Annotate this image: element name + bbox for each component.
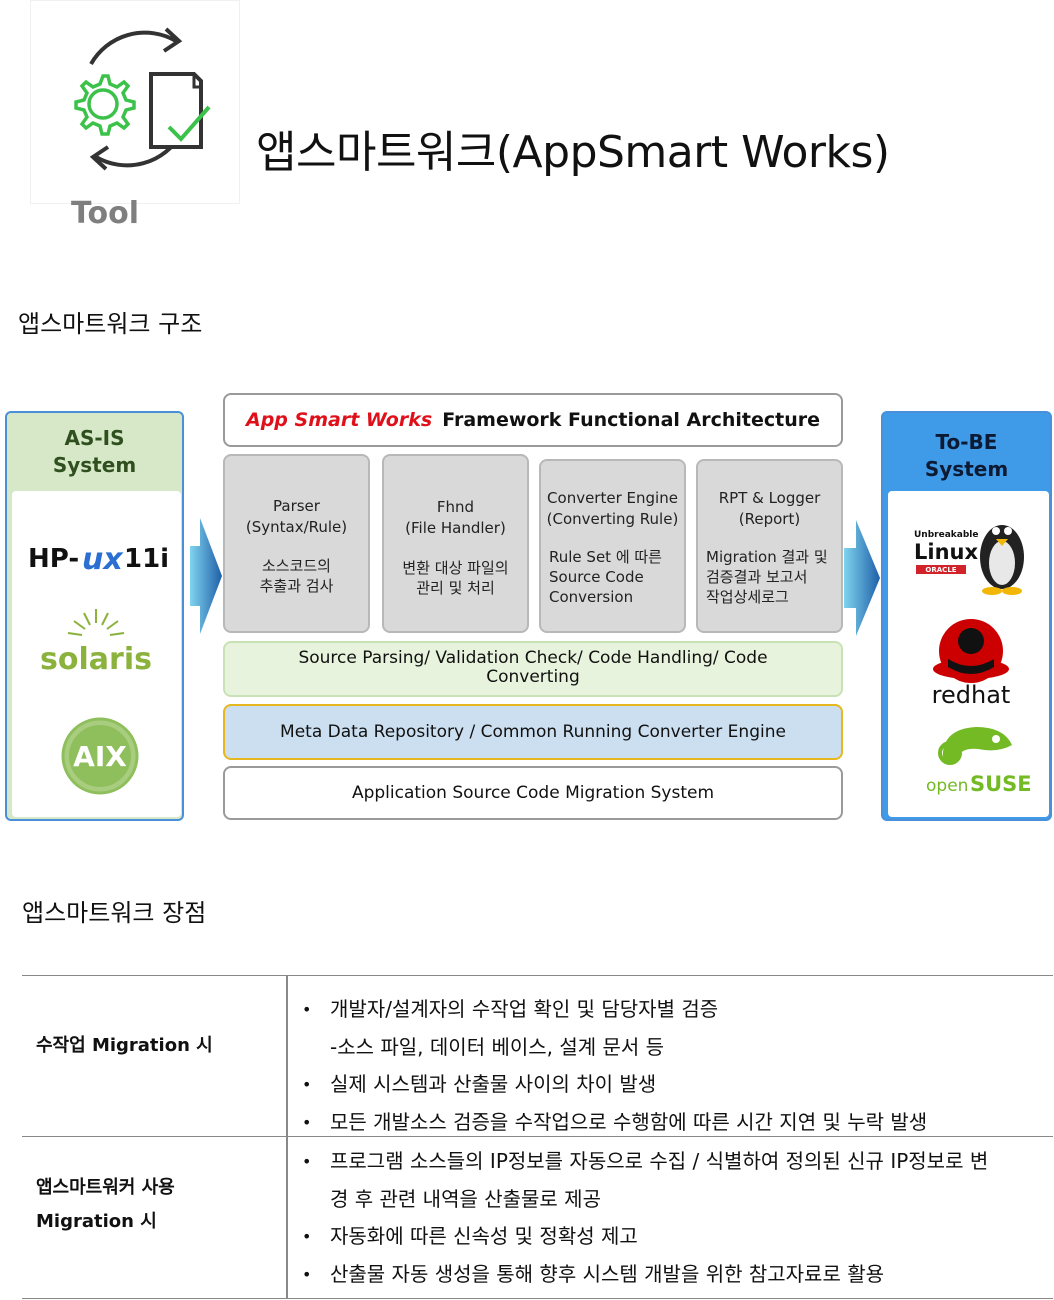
row-items: • 개발자/설계자의 수작업 확인 및 담당자별 검증 -소스 파일, 데이터 베… (298, 991, 927, 1141)
item-text: -소스 파일, 데이터 베이스, 설계 문서 등 (330, 1034, 665, 1059)
asis-platform-list: HP- ux 11i solaris AIX (12, 491, 181, 817)
gear-document-cycle-icon (74, 27, 211, 171)
list-item: • 개발자/설계자의 수작업 확인 및 담당자별 검증 (298, 991, 927, 1029)
opensuse-logo: open SUSE (926, 727, 1032, 796)
advantages-section-title: 앱스마트워크 장점 (22, 899, 207, 927)
source-processing-bar: Source Parsing/ Validation Check/ Code H… (223, 641, 843, 697)
svg-text:Unbreakable: Unbreakable (914, 530, 978, 540)
right-arrow-icon (844, 520, 880, 636)
asis-system-panel: AS-IS System HP- ux 11i solaris AIX (5, 411, 184, 821)
svg-text:AIX: AIX (73, 740, 127, 773)
list-item: • 프로그램 소스들의 IP정보를 자동으로 수집 / 식별하여 정의된 신규 I… (298, 1143, 988, 1181)
structure-section-title: 앱스마트워크 구조 (18, 310, 203, 338)
row-label: 수작업 Migration 시 (36, 1035, 213, 1056)
svg-text:11i: 11i (124, 544, 169, 574)
svg-text:SUSE: SUSE (970, 772, 1032, 796)
migration-system-bar: Application Source Code Migration System (223, 766, 843, 820)
item-text: 산출물 자동 생성을 통해 향후 시스템 개발을 위한 참고자료로 활용 (330, 1261, 885, 1286)
bullet: • (302, 1112, 312, 1132)
list-item: • 자동화에 따른 신속성 및 정확성 제고 (298, 1218, 988, 1256)
bullet: • (302, 1000, 312, 1019)
tobe-system-panel: To-BE System Unbreakable Linux ORACLE re… (881, 411, 1052, 821)
logo-caption: Tool (71, 196, 139, 231)
svg-text:redhat: redhat (932, 681, 1011, 709)
meta-data-repository-bar: Meta Data Repository / Common Running Co… (223, 704, 843, 760)
item-text: 개발자/설계자의 수작업 확인 및 담당자별 검증 (330, 997, 719, 1021)
item-text: 프로그램 소스들의 IP정보를 자동으로 수집 / 식별하여 정의된 신규 IP… (330, 1149, 989, 1173)
item-text: 모든 개발소스 검증을 수작업으로 수행함에 따른 시간 지연 및 누락 발생 (330, 1109, 928, 1134)
oracle-linux-logo: Unbreakable Linux ORACLE (914, 525, 1024, 595)
module-name: Converter Engine (Converting Rule) (546, 489, 679, 528)
row-items: • 프로그램 소스들의 IP정보를 자동으로 수집 / 식별하여 정의된 신규 I… (298, 1143, 988, 1293)
module-description: 변환 대상 파일의 관리 및 처리 (402, 559, 509, 597)
redhat-logo: redhat (932, 619, 1011, 709)
tobe-platform-list: Unbreakable Linux ORACLE redhat open SUS… (888, 491, 1049, 817)
table-row: 앱스마트워커 사용 Migration 시 • 프로그램 소스들의 IP정보를 자… (22, 1137, 1053, 1299)
table-row: 수작업 Migration 시 • 개발자/설계자의 수작업 확인 및 담당자별 … (22, 975, 1053, 1137)
right-arrow-icon (190, 518, 222, 634)
list-item: • 모든 개발소스 검증을 수작업으로 수행함에 따른 시간 지연 및 누락 발생 (298, 1104, 927, 1142)
framework-title-accent: App Smart Works (246, 409, 433, 431)
hp-ux-logo: HP- ux 11i solaris AIX (28, 542, 169, 795)
module-description: Rule Set 에 따른 Source Code Conversion (549, 548, 662, 606)
list-item: • 산출물 자동 생성을 통해 향후 시스템 개발을 위한 참고자료로 활용 (298, 1256, 988, 1294)
svg-text:ORACLE: ORACLE (925, 566, 956, 574)
item-text: 자동화에 따른 신속성 및 정확성 제고 (330, 1224, 638, 1248)
module-name: Parser (Syntax/Rule) (245, 497, 348, 536)
aix-logo: AIX (61, 717, 139, 795)
module-description: Migration 결과 및 검증결과 보고서 작업상세로그 (706, 548, 828, 606)
module-name: RPT & Logger (Report) (718, 489, 821, 528)
list-item: -소스 파일, 데이터 베이스, 설계 문서 등 (298, 1029, 927, 1067)
tobe-title: To-BE System (924, 430, 1009, 481)
list-item: 경 후 관련 내역을 산출물로 제공 (298, 1181, 988, 1219)
converter-engine-module: Converter Engine (Converting Rule) Rule … (539, 459, 686, 633)
svg-text:open: open (926, 776, 968, 796)
item-text: 실제 시스템과 산출물 사이의 차이 발생 (330, 1072, 657, 1096)
item-text: 경 후 관련 내역을 산출물로 제공 (330, 1186, 601, 1211)
bullet: • (302, 1264, 312, 1284)
module-name: Fhnd (File Handler) (405, 498, 506, 537)
svg-text:Linux: Linux (914, 540, 978, 564)
file-handler-module: Fhnd (File Handler) 변환 대상 파일의 관리 및 처리 (382, 454, 529, 633)
report-logger-module: RPT & Logger (Report) Migration 결과 및 검증결… (696, 459, 843, 633)
tool-logo (30, 0, 240, 204)
framework-title-rest: Framework Functional Architecture (442, 409, 820, 431)
parser-module: Parser (Syntax/Rule) 소스코드의 추출과 검사 (223, 454, 370, 633)
bullet: • (302, 1152, 312, 1171)
row-label: 앱스마트워커 사용 Migration 시 (36, 1177, 175, 1232)
svg-text:solaris: solaris (40, 642, 152, 677)
bullet: • (302, 1227, 312, 1246)
svg-text:HP-: HP- (28, 544, 79, 574)
framework-title: App Smart Works Framework Functional Arch… (223, 393, 843, 447)
asis-title: AS-IS System (52, 426, 137, 477)
svg-text:ux: ux (82, 542, 124, 577)
module-description: 소스코드의 추출과 검사 (259, 557, 334, 595)
bullet: • (302, 1075, 312, 1094)
page-title: 앱스마트워크(AppSmart Works) (256, 127, 890, 178)
list-item: • 실제 시스템과 산출물 사이의 차이 발생 (298, 1066, 927, 1104)
solaris-logo (67, 609, 125, 636)
